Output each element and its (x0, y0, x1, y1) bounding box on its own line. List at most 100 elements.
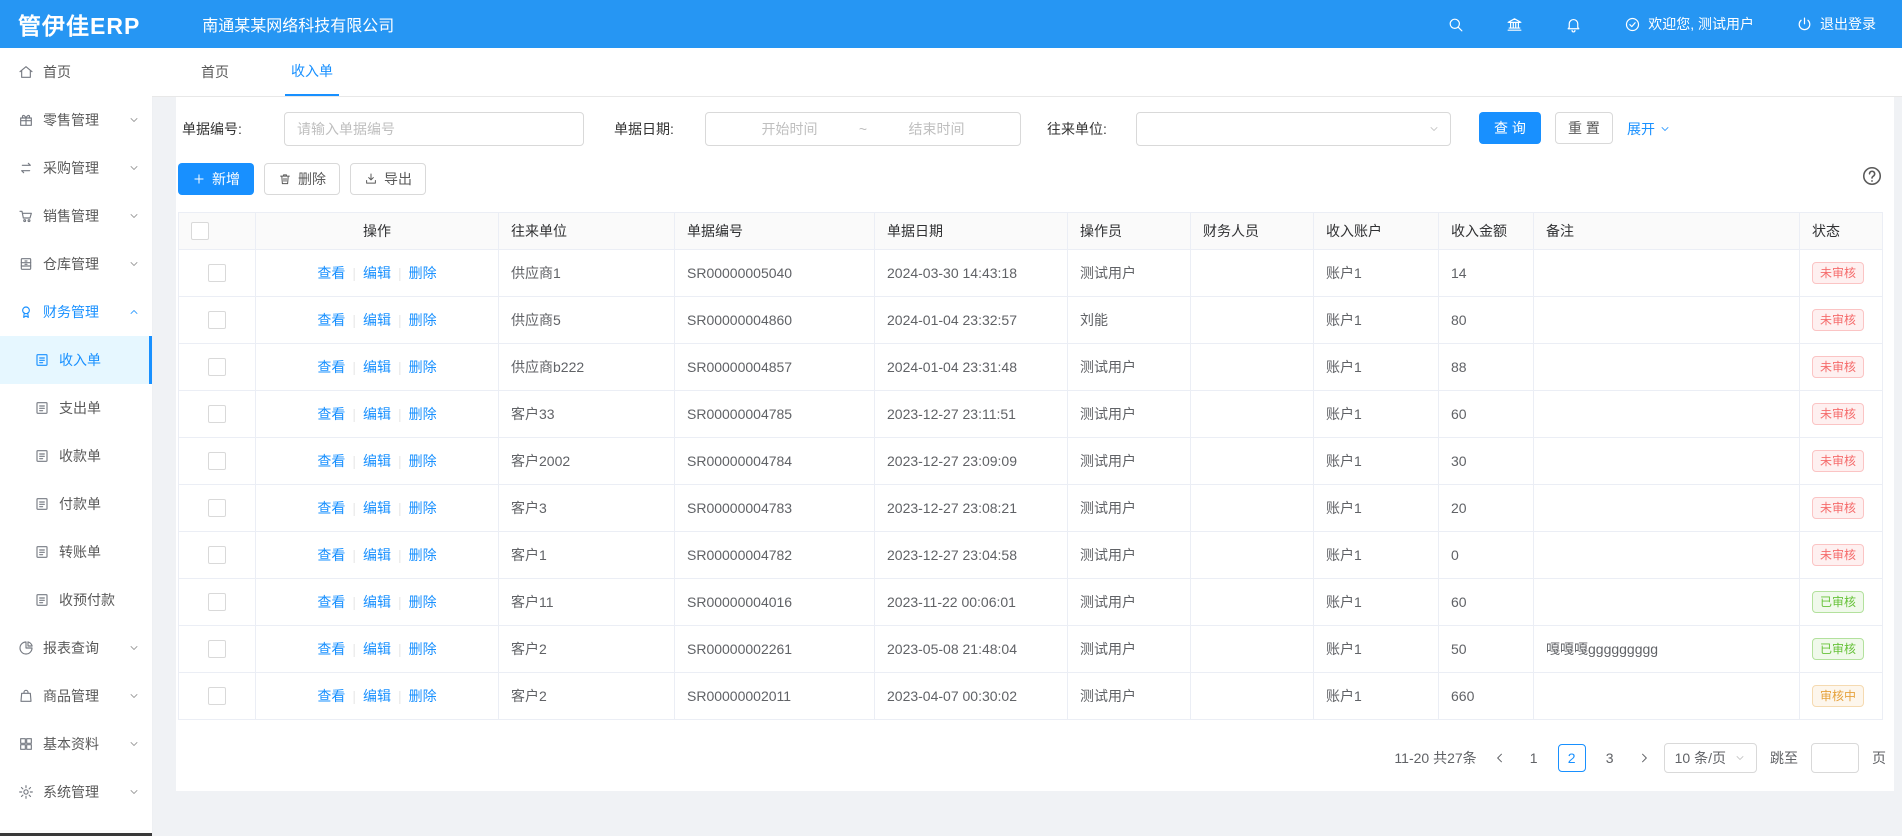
welcome-user[interactable]: 欢迎您, 测试用户 (1624, 14, 1754, 34)
view-link[interactable]: 查看 (317, 594, 345, 610)
logout-button[interactable]: 退出登录 (1796, 14, 1876, 34)
sidebar-item[interactable]: 付款单 (0, 480, 152, 528)
cell-date: 2023-04-07 00:30:02 (875, 673, 1068, 720)
cell-remark (1534, 485, 1800, 532)
sidebar-item[interactable]: 财务管理 (0, 288, 152, 336)
delete-link[interactable]: 删除 (409, 265, 437, 281)
row-checkbox[interactable] (208, 640, 226, 658)
select-all-checkbox[interactable] (191, 222, 209, 240)
delete-link[interactable]: 删除 (409, 547, 437, 563)
delete-link[interactable]: 删除 (409, 641, 437, 657)
tab[interactable]: 收入单 (285, 48, 339, 96)
date-range-picker[interactable]: 开始时间 ~ 结束时间 (705, 112, 1021, 146)
edit-link[interactable]: 编辑 (363, 406, 391, 422)
view-link[interactable]: 查看 (317, 312, 345, 328)
row-checkbox[interactable] (208, 499, 226, 517)
delete-link[interactable]: 删除 (409, 594, 437, 610)
row-checkbox[interactable] (208, 358, 226, 376)
sidebar-item[interactable]: 销售管理 (0, 192, 152, 240)
delete-button[interactable]: 删除 (264, 163, 340, 195)
sidebar-item-label: 转账单 (59, 542, 101, 562)
sidebar-item[interactable]: 收入单 (0, 336, 152, 384)
sidebar-item-icon (18, 112, 34, 128)
status-badge: 未审核 (1812, 262, 1864, 284)
export-button[interactable]: 导出 (350, 163, 426, 195)
row-checkbox[interactable] (208, 687, 226, 705)
delete-link[interactable]: 删除 (409, 312, 437, 328)
row-checkbox[interactable] (208, 546, 226, 564)
sidebar-item[interactable]: 基本资料 (0, 720, 152, 768)
sidebar-item[interactable]: 零售管理 (0, 96, 152, 144)
page-number[interactable]: 2 (1558, 744, 1586, 772)
cell-partner: 客户2002 (499, 438, 675, 485)
row-checkbox[interactable] (208, 405, 226, 423)
link-divider: | (398, 453, 402, 469)
expand-filters-link[interactable]: 展开 (1627, 110, 1671, 148)
sidebar-item[interactable]: 采购管理 (0, 144, 152, 192)
delete-link[interactable]: 删除 (409, 453, 437, 469)
sidebar-item[interactable]: 商品管理 (0, 672, 152, 720)
sidebar-item[interactable]: 支出单 (0, 384, 152, 432)
view-link[interactable]: 查看 (317, 500, 345, 516)
jump-page-input[interactable] (1811, 743, 1859, 773)
delete-link[interactable]: 删除 (409, 406, 437, 422)
bell-icon[interactable] (1565, 16, 1582, 33)
cell-account: 账户1 (1314, 297, 1439, 344)
sidebar-item[interactable]: 转账单 (0, 528, 152, 576)
add-button[interactable]: 新增 (178, 163, 254, 195)
sidebar-item[interactable]: 收预付款 (0, 576, 152, 624)
page-number[interactable]: 1 (1520, 744, 1548, 772)
row-checkbox[interactable] (208, 593, 226, 611)
pagination-total: 11-20 共27条 (1394, 748, 1476, 768)
sidebar-item[interactable]: 报表查询 (0, 624, 152, 672)
sidebar-item-icon (18, 688, 34, 704)
row-checkbox[interactable] (208, 452, 226, 470)
partner-select[interactable] (1136, 112, 1451, 146)
edit-link[interactable]: 编辑 (363, 265, 391, 281)
edit-link[interactable]: 编辑 (363, 688, 391, 704)
help-icon[interactable] (1861, 165, 1883, 187)
sidebar-item[interactable]: 首页 (0, 48, 152, 96)
search-button-label: 查 询 (1494, 118, 1526, 138)
search-button[interactable]: 查 询 (1479, 112, 1541, 144)
col-header-actions: 操作 (256, 213, 499, 250)
page-number[interactable]: 3 (1596, 744, 1624, 772)
edit-link[interactable]: 编辑 (363, 359, 391, 375)
reset-button[interactable]: 重 置 (1555, 112, 1613, 144)
edit-link[interactable]: 编辑 (363, 594, 391, 610)
page-size-select[interactable]: 10 条/页 (1664, 743, 1757, 773)
status-badge: 审核中 (1812, 685, 1864, 707)
bill-no-input[interactable] (285, 121, 583, 137)
view-link[interactable]: 查看 (317, 547, 345, 563)
cell-amount: 30 (1439, 438, 1534, 485)
sidebar-item[interactable]: 收款单 (0, 432, 152, 480)
delete-link[interactable]: 删除 (409, 500, 437, 516)
sidebar-item[interactable]: 系统管理 (0, 768, 152, 816)
tab[interactable]: 首页 (195, 48, 235, 96)
view-link[interactable]: 查看 (317, 453, 345, 469)
edit-link[interactable]: 编辑 (363, 312, 391, 328)
prev-page-icon[interactable] (1493, 751, 1507, 765)
main-panel: 单据编号: 单据日期: 开始时间 ~ 结束时间 往来单位: 查 询 重 置 展开… (176, 97, 1894, 791)
sidebar: 首页 零售管理 采购管理 销售管理 仓库管理 财务管理 (0, 48, 152, 836)
sidebar-item-label: 基本资料 (43, 734, 99, 754)
view-link[interactable]: 查看 (317, 688, 345, 704)
edit-link[interactable]: 编辑 (363, 453, 391, 469)
view-link[interactable]: 查看 (317, 359, 345, 375)
view-link[interactable]: 查看 (317, 265, 345, 281)
bank-icon[interactable] (1506, 16, 1523, 33)
delete-link[interactable]: 删除 (409, 359, 437, 375)
delete-link[interactable]: 删除 (409, 688, 437, 704)
edit-link[interactable]: 编辑 (363, 547, 391, 563)
edit-link[interactable]: 编辑 (363, 500, 391, 516)
view-link[interactable]: 查看 (317, 406, 345, 422)
sidebar-item-icon (18, 736, 34, 752)
edit-link[interactable]: 编辑 (363, 641, 391, 657)
search-icon[interactable] (1447, 16, 1464, 33)
row-checkbox[interactable] (208, 311, 226, 329)
cell-remark (1534, 673, 1800, 720)
sidebar-item[interactable]: 仓库管理 (0, 240, 152, 288)
next-page-icon[interactable] (1637, 751, 1651, 765)
view-link[interactable]: 查看 (317, 641, 345, 657)
row-checkbox[interactable] (208, 264, 226, 282)
